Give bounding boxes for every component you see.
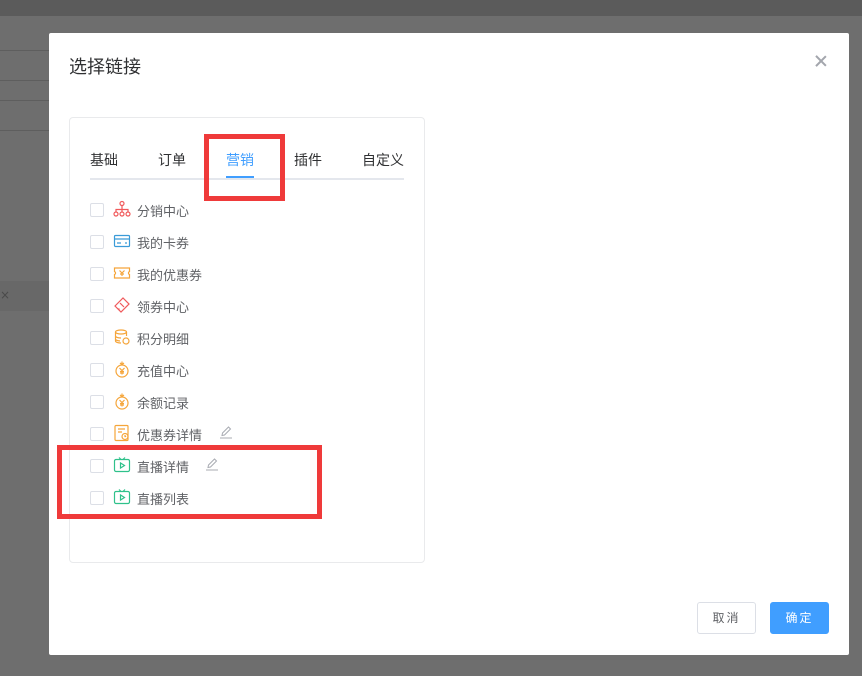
item-label: 我的卡券 xyxy=(137,237,190,252)
background-topbar xyxy=(0,0,862,16)
tab-basic[interactable]: 基础 xyxy=(90,150,118,170)
item-label: 优惠券详情 xyxy=(137,429,203,444)
list-item[interactable]: 积分明细 xyxy=(90,328,390,348)
item-checkbox[interactable] xyxy=(90,395,104,409)
card-icon xyxy=(113,234,131,248)
item-checkbox[interactable] xyxy=(90,331,104,345)
background-divider xyxy=(0,50,50,51)
tab-order[interactable]: 订单 xyxy=(158,150,186,170)
yuan-coin-icon xyxy=(115,393,129,410)
item-checkbox[interactable] xyxy=(90,267,104,281)
coupon-detail-icon xyxy=(114,424,129,442)
background-divider xyxy=(0,80,50,81)
item-checkbox[interactable] xyxy=(90,235,104,249)
confirm-button[interactable]: 确定 xyxy=(770,602,829,634)
distribution-network-icon xyxy=(113,200,131,217)
item-label: 分销中心 xyxy=(137,205,190,220)
ticket-icon xyxy=(113,267,131,279)
list-item[interactable]: 我的卡券 xyxy=(90,232,390,252)
list-item[interactable]: 优惠券详情 xyxy=(90,424,390,444)
list-item[interactable]: 分销中心 xyxy=(90,200,390,220)
background-close-icon: × xyxy=(0,288,11,302)
item-checkbox[interactable] xyxy=(90,299,104,313)
select-link-dialog: 选择链接 基础 订单 营销 插件 自定义 分销中心 我的卡券 我的优惠券 领券中… xyxy=(49,33,849,655)
highlight-box-live-items xyxy=(57,445,322,519)
item-label: 充值中心 xyxy=(137,365,190,380)
item-checkbox[interactable] xyxy=(90,363,104,377)
coin-stack-icon xyxy=(114,329,130,345)
item-checkbox[interactable] xyxy=(90,203,104,217)
background-divider xyxy=(0,100,50,101)
item-label: 领券中心 xyxy=(137,301,190,316)
item-label: 我的优惠券 xyxy=(137,269,203,284)
item-checkbox[interactable] xyxy=(90,427,104,441)
coupon-tag-icon xyxy=(114,297,130,313)
list-item[interactable]: 我的优惠券 xyxy=(90,264,390,284)
edit-pencil-icon[interactable] xyxy=(219,425,233,439)
list-item[interactable]: 充值中心 xyxy=(90,360,390,380)
list-item[interactable]: 余额记录 xyxy=(90,392,390,412)
cancel-button[interactable]: 取消 xyxy=(697,602,756,634)
item-label: 积分明细 xyxy=(137,333,190,348)
tab-plugin[interactable]: 插件 xyxy=(294,150,322,170)
item-label: 余额记录 xyxy=(137,397,190,412)
list-item[interactable]: 领券中心 xyxy=(90,296,390,316)
tab-custom[interactable]: 自定义 xyxy=(362,150,404,170)
dialog-title: 选择链接 xyxy=(69,57,141,78)
close-icon[interactable] xyxy=(813,53,829,69)
background-divider xyxy=(0,130,50,131)
yuan-coin-icon xyxy=(115,361,129,378)
highlight-box-marketing-tab xyxy=(204,134,285,201)
